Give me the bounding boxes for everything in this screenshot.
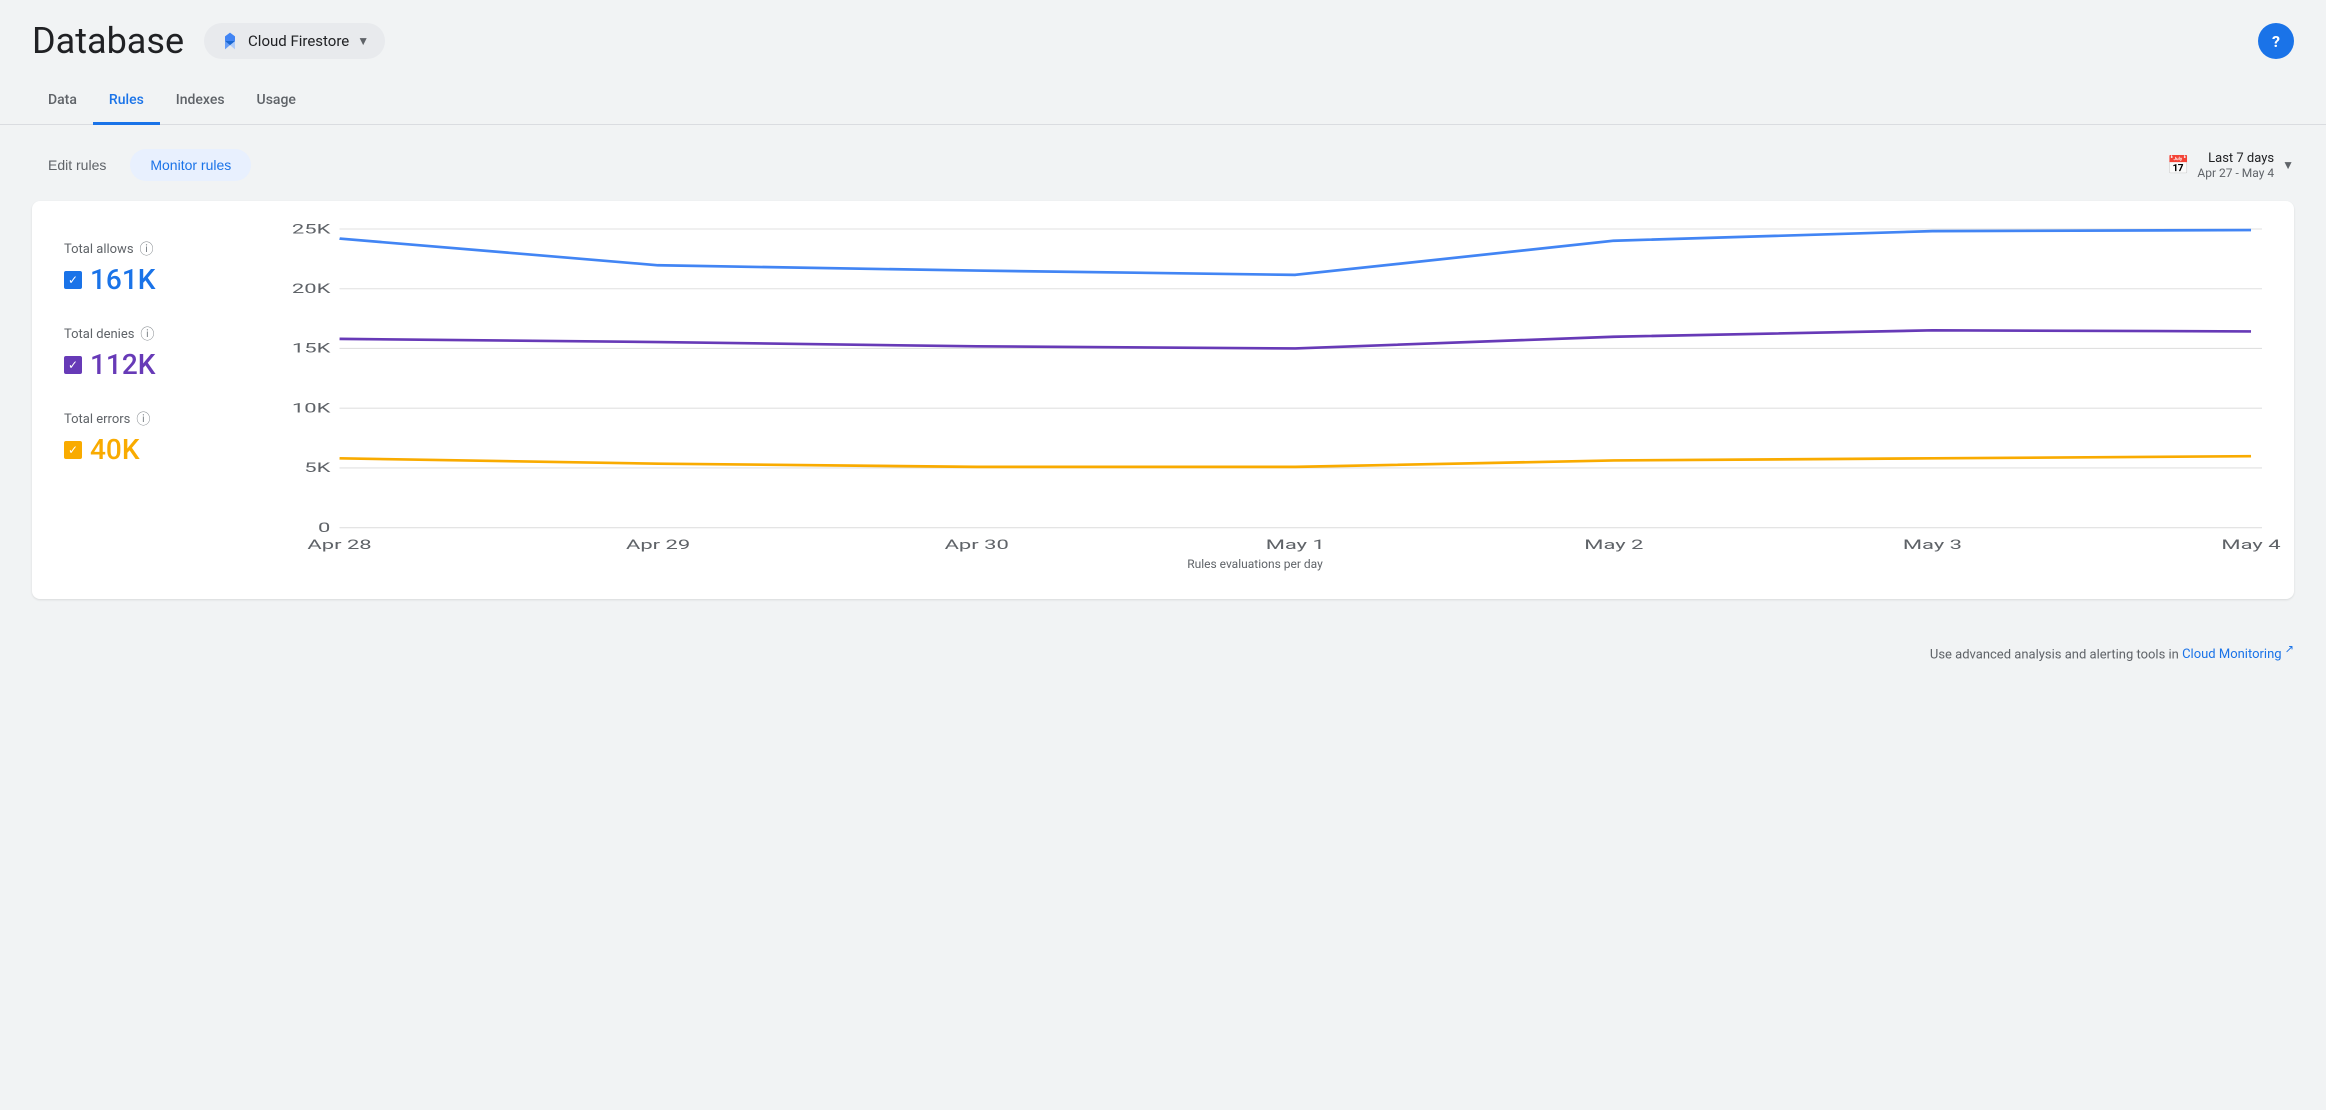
date-range-picker[interactable]: 📅 Last 7 days Apr 27 - May 4 ▼ <box>2167 151 2294 180</box>
total-denies-label: Total denies <box>64 327 134 342</box>
svg-text:May 1: May 1 <box>1266 538 1325 553</box>
allows-checkbox[interactable]: ✓ <box>64 271 82 289</box>
nav-tabs: Data Rules Indexes Usage <box>0 78 2326 125</box>
page-title: Database <box>32 20 184 62</box>
tab-rules[interactable]: Rules <box>93 78 160 125</box>
cloud-monitoring-link[interactable]: Cloud Monitoring ↗ <box>2182 647 2294 662</box>
svg-text:May 2: May 2 <box>1584 538 1643 553</box>
denies-checkbox[interactable]: ✓ <box>64 356 82 374</box>
monitor-rules-button[interactable]: Monitor rules <box>130 149 251 181</box>
date-range-label: Last 7 days <box>2197 151 2274 166</box>
chevron-down-icon: ▼ <box>357 34 369 48</box>
legend-panel: Total allows ⓘ ✓ 161K Total denies ⓘ ✓ <box>64 229 224 571</box>
svg-text:Apr 30: Apr 30 <box>945 538 1009 553</box>
firestore-icon <box>220 31 240 51</box>
calendar-icon: 📅 <box>2167 155 2189 176</box>
denies-value: ✓ 112K <box>64 348 224 381</box>
footer-text: Use advanced analysis and alerting tools… <box>1930 647 2179 662</box>
service-selector[interactable]: Cloud Firestore ▼ <box>204 23 385 59</box>
page-header: Database Cloud Firestore ▼ ? <box>0 0 2326 62</box>
svg-text:Apr 29: Apr 29 <box>626 538 690 553</box>
date-range-display: Last 7 days Apr 27 - May 4 <box>2197 151 2274 180</box>
legend-denies: Total denies ⓘ ✓ 112K <box>64 324 224 381</box>
total-errors-label: Total errors <box>64 412 130 427</box>
svg-text:20K: 20K <box>292 282 331 297</box>
footer-note: Use advanced analysis and alerting tools… <box>0 623 2326 682</box>
errors-checkbox[interactable]: ✓ <box>64 441 82 459</box>
main-content: Edit rules Monitor rules 📅 Last 7 days A… <box>0 125 2326 623</box>
total-allows-label: Total allows <box>64 242 134 257</box>
svg-text:May 3: May 3 <box>1903 538 1962 553</box>
svg-text:May 4: May 4 <box>2221 538 2280 553</box>
tab-usage[interactable]: Usage <box>241 78 312 125</box>
chart-card: Total allows ⓘ ✓ 161K Total denies ⓘ ✓ <box>32 201 2294 599</box>
tab-data[interactable]: Data <box>32 78 93 125</box>
allows-value: ✓ 161K <box>64 263 224 296</box>
help-icon-allows[interactable]: ⓘ <box>140 239 154 259</box>
chart-svg: 25K 20K 15K 10K 5K 0 Apr 28 Apr 29 Apr 3… <box>248 229 2262 549</box>
svg-text:15K: 15K <box>292 341 331 356</box>
svg-text:5K: 5K <box>304 461 331 476</box>
external-link-icon: ↗ <box>2285 643 2294 656</box>
chevron-down-icon: ▼ <box>2282 158 2294 172</box>
svg-text:0: 0 <box>318 521 330 536</box>
help-button[interactable]: ? <box>2258 23 2294 59</box>
service-name: Cloud Firestore <box>248 32 349 50</box>
svg-text:25K: 25K <box>292 222 331 237</box>
legend-allows: Total allows ⓘ ✓ 161K <box>64 239 224 296</box>
edit-rules-button[interactable]: Edit rules <box>32 149 122 181</box>
help-icon-errors[interactable]: ⓘ <box>136 409 150 429</box>
date-range-value: Apr 27 - May 4 <box>2197 166 2274 180</box>
chart-x-label: Rules evaluations per day <box>248 557 2262 571</box>
help-icon-denies[interactable]: ⓘ <box>140 324 154 344</box>
tab-indexes[interactable]: Indexes <box>160 78 241 125</box>
toolbar: Edit rules Monitor rules 📅 Last 7 days A… <box>32 149 2294 181</box>
svg-text:10K: 10K <box>292 401 331 416</box>
chart-area: 25K 20K 15K 10K 5K 0 Apr 28 Apr 29 Apr 3… <box>248 229 2262 571</box>
svg-text:Apr 28: Apr 28 <box>307 538 371 553</box>
legend-errors: Total errors ⓘ ✓ 40K <box>64 409 224 466</box>
errors-value: ✓ 40K <box>64 433 224 466</box>
